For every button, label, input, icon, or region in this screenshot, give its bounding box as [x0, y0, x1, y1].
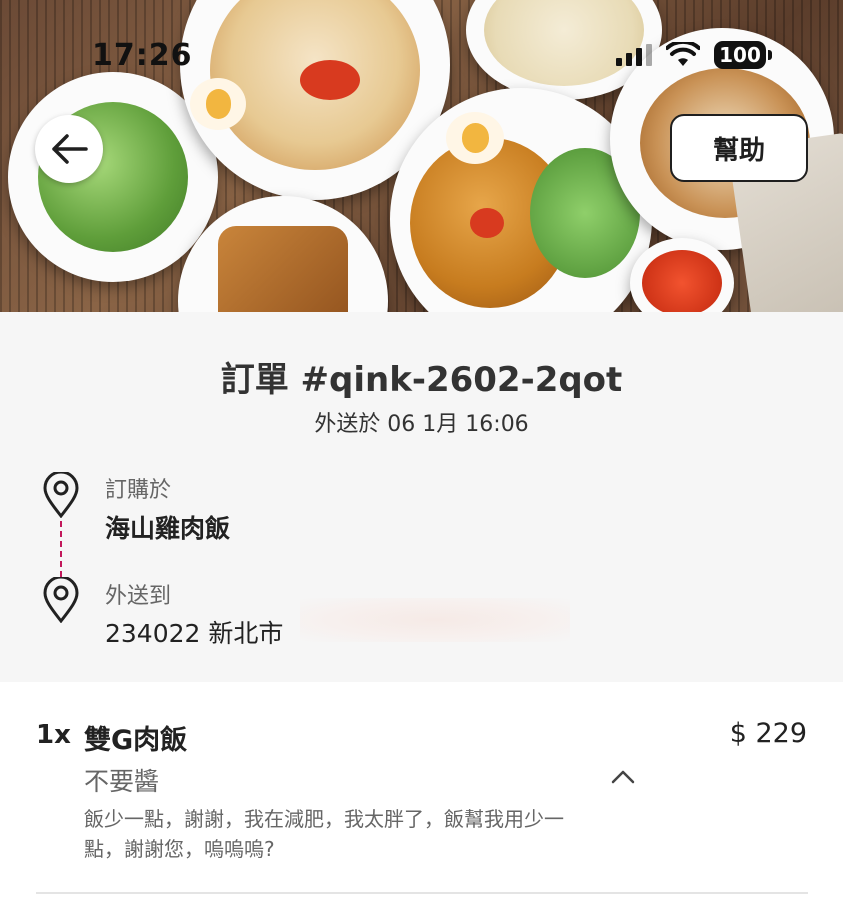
deliver-to-label: 外送到 [105, 584, 172, 609]
status-icons: 100 [616, 38, 772, 72]
wifi-icon [666, 42, 700, 66]
braised-egg [190, 78, 246, 130]
route-dashed-line [60, 521, 62, 577]
braised-egg-2 [446, 112, 504, 164]
location-pin-icon [43, 472, 79, 518]
item-price: $ 229 [729, 718, 807, 749]
item-quantity: 1x [36, 720, 71, 750]
signal-icon [616, 44, 652, 66]
divider [36, 892, 808, 894]
item-note: 飯少一點，謝謝，我在減肥，我太胖了，飯幫我用少一點，謝謝您，嗚嗚嗚? [84, 807, 564, 861]
redacted-address-area [300, 598, 570, 642]
hero-food-photo: 17:26 100 幫助 [0, 0, 843, 312]
delivery-address: 234022 新北市 [105, 619, 284, 648]
location-pin-icon [43, 577, 79, 623]
battery-icon: 100 [714, 41, 772, 69]
item-name: 雙G肉飯 [84, 725, 188, 756]
delivered-at: 外送於 06 1月 16:06 [314, 412, 529, 437]
order-item: 1x 雙G肉飯 $ 229 不要醬 飯少一點，謝謝，我在減肥，我太胖了，飯幫我用… [0, 682, 843, 900]
back-arrow-icon [52, 134, 88, 164]
status-time: 17:26 [92, 38, 193, 73]
order-summary: 訂單 #qink-2602-2qot 外送於 06 1月 16:06 訂購於 海… [0, 312, 843, 682]
restaurant-name: 海山雞肉飯 [105, 514, 231, 543]
ordered-from-label: 訂購於 [105, 478, 172, 503]
chevron-up-icon[interactable] [610, 766, 636, 786]
back-button[interactable] [35, 115, 103, 183]
help-button[interactable]: 幫助 [670, 114, 808, 182]
order-title: 訂單 #qink-2602-2qot [220, 360, 623, 400]
item-option: 不要醬 [84, 767, 160, 796]
